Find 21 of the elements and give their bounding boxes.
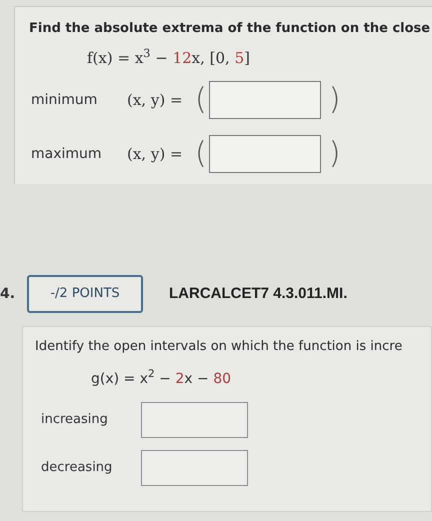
answer-label: maximum <box>31 144 103 164</box>
point-notation: (x, y) = <box>127 90 184 111</box>
answer-label: increasing <box>41 410 109 429</box>
answer-label: decreasing <box>41 458 114 477</box>
question-number: 4. <box>0 284 16 304</box>
answer-field[interactable] <box>141 402 248 438</box>
answer-field[interactable] <box>208 135 321 173</box>
open-parenthesis: ( <box>195 139 207 169</box>
point-notation: (x, y) = <box>127 144 184 165</box>
function-equation: g(x) = x$^{2}$ − 2x − 80 <box>91 368 232 388</box>
open-parenthesis: ( <box>195 85 207 115</box>
source-label: LARCALCET7 4.3.011.MI. <box>169 284 348 304</box>
question-text: Find the absolute extrema of the function on the close <box>29 20 432 38</box>
question-text: Identify the open intervals on which the function is incre <box>35 338 404 356</box>
close-parenthesis: ) <box>328 139 340 169</box>
answer-field[interactable] <box>208 81 321 119</box>
points-badge: -/2 POINTS <box>27 275 143 313</box>
close-parenthesis: ) <box>328 85 340 115</box>
answer-label: minimum <box>31 90 98 110</box>
answer-field[interactable] <box>141 450 248 486</box>
function-equation: f(x) = x$^{3}$ − 12x, [0, 5] <box>87 46 251 68</box>
